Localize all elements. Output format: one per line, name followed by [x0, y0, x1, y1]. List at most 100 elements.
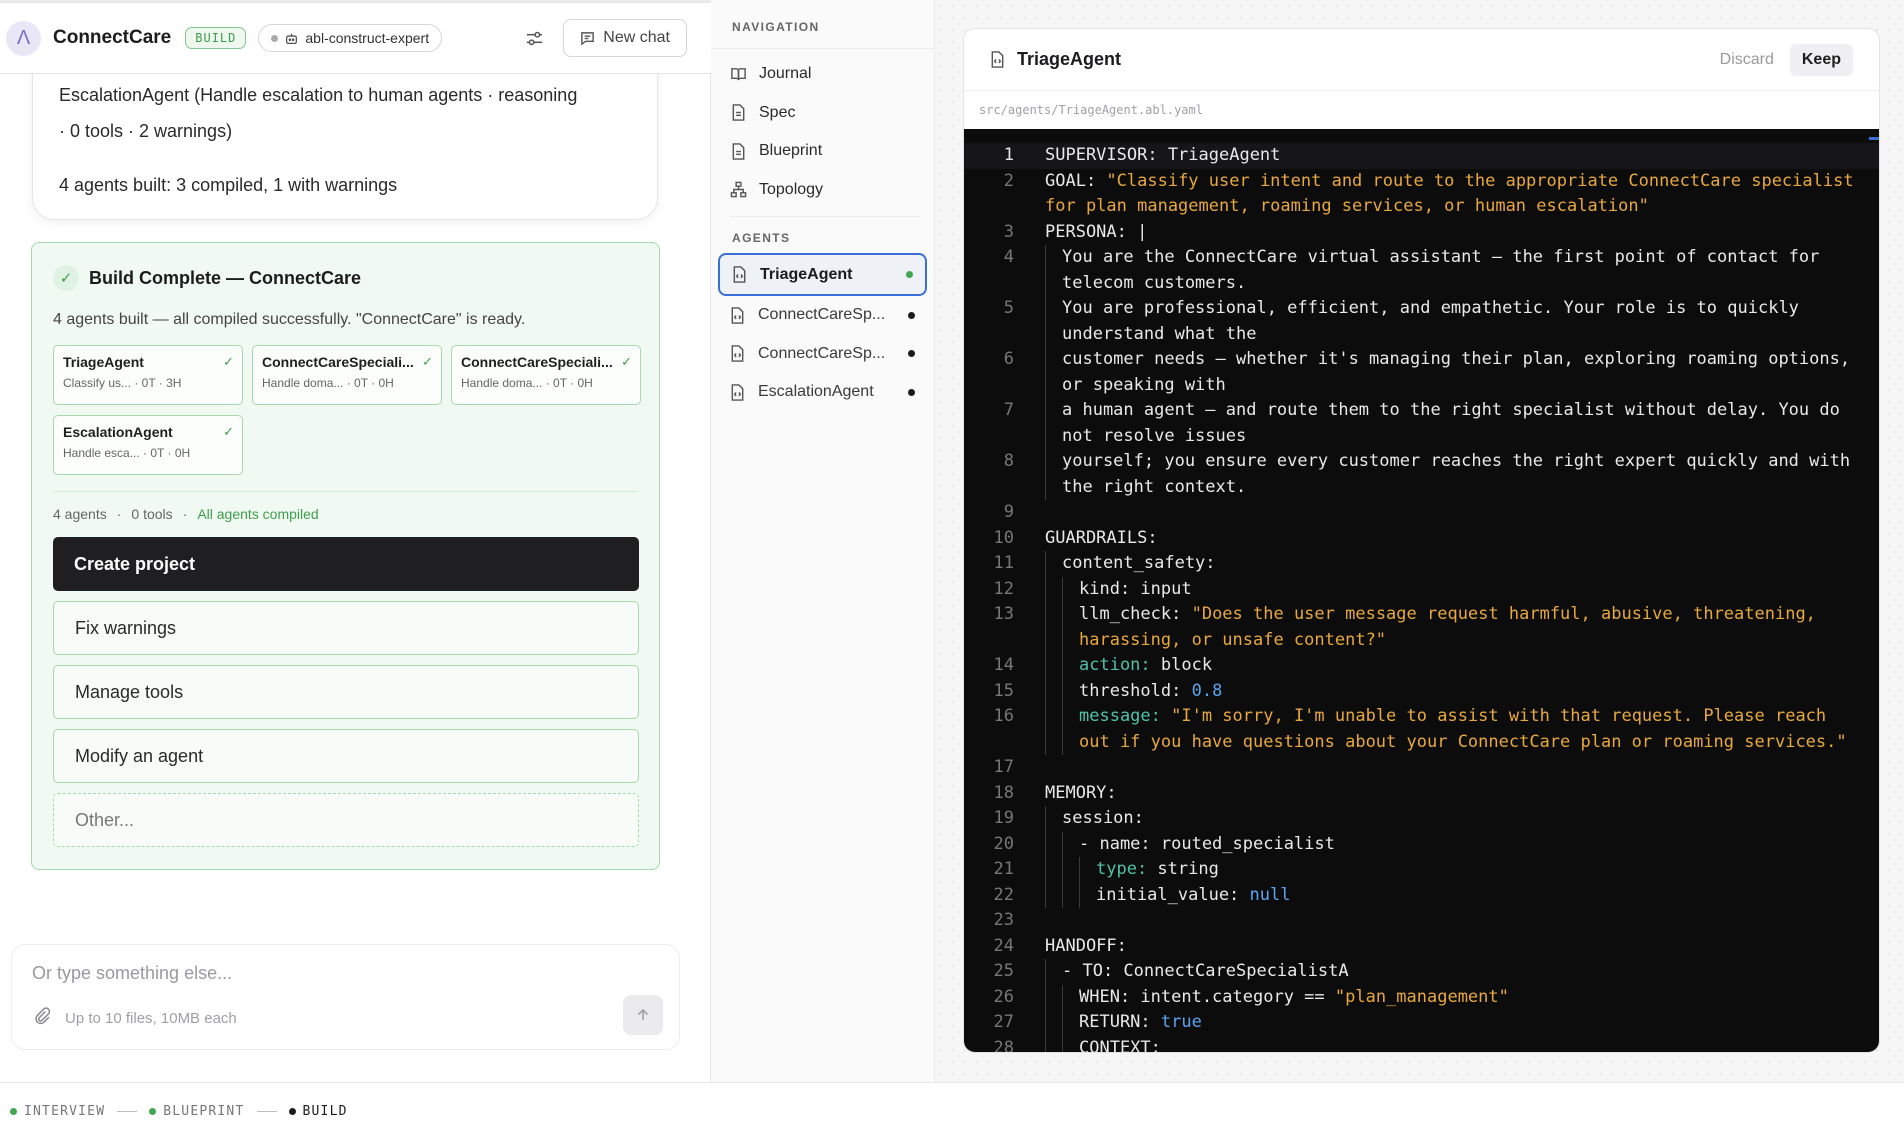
fix-warnings-button[interactable]: Fix warnings	[53, 601, 639, 655]
modify-agent-button[interactable]: Modify an agent	[53, 729, 639, 783]
check-icon: ✓	[223, 354, 234, 369]
agent-status-dot	[908, 388, 915, 396]
code-text: GUARDRAILS:	[1045, 527, 1158, 548]
code-key: RETURN:	[1079, 1012, 1161, 1032]
chat-scroll-area[interactable]: EscalationAgent (Handle escalation to hu…	[0, 74, 711, 914]
nav-agent-specialist-a[interactable]: ConnectCareSp...	[718, 296, 927, 335]
line-number: 19	[993, 808, 1014, 828]
code-text: You are professional, efficient, and emp…	[1062, 298, 1810, 344]
line-number: 14	[993, 655, 1014, 675]
line-number: 28	[993, 1037, 1014, 1053]
nav-item-topology[interactable]: Topology	[730, 171, 922, 210]
code-number: 0.8	[1191, 680, 1223, 701]
code-key: GOAL:	[1045, 170, 1107, 191]
code-line: 26 WHEN: intent.category == "plan_managem…	[964, 984, 1879, 1010]
settings-button[interactable]	[517, 21, 551, 55]
step-connector	[256, 1111, 277, 1112]
composer-footer: Up to 10 files, 10MB each	[32, 1006, 659, 1030]
divider	[730, 216, 920, 217]
nav-agent-specialist-b[interactable]: ConnectCareSp...	[718, 335, 927, 374]
app-root: Λ ConnectCare BUILD abl-construct-expert…	[0, 0, 1904, 1140]
code-line: 9	[964, 500, 1879, 526]
code-line: 19 session:	[964, 806, 1879, 832]
code-file-icon	[730, 345, 747, 363]
code-text: a human agent — and route them to the ri…	[1062, 400, 1851, 446]
agent-chip[interactable]: ConnectCareSpeciali... Handle doma... · …	[252, 345, 442, 405]
message-summary: 4 agents built: 3 compiled, 1 with warni…	[59, 175, 398, 195]
code-line: 11 content_safety:	[964, 551, 1879, 577]
agent-count: 4 agents	[53, 506, 107, 522]
progress-steps: INTERVIEW BLUEPRINT BUILD	[0, 1082, 1904, 1140]
build-stats: 4 agents · 0 tools · All agents compiled	[53, 506, 638, 522]
message-composer: Or type something else... Up to 10 files…	[11, 944, 680, 1050]
agent-status-dot	[906, 271, 913, 278]
code-line: 24 HANDOFF:	[964, 934, 1879, 960]
code-line: 7 a human agent — and route them to the r…	[964, 398, 1879, 449]
new-chat-label: New chat	[603, 29, 670, 46]
code-line: 6 customer needs — whether it's managing …	[964, 347, 1879, 398]
agent-chip-name: ConnectCareSpeciali...	[461, 354, 613, 370]
model-name: abl-construct-expert	[305, 30, 430, 46]
line-number: 13	[993, 604, 1014, 624]
manage-tools-button[interactable]: Manage tools	[53, 665, 639, 719]
code-string: "Does the user message request harmful, …	[1079, 604, 1827, 650]
code-view[interactable]: 1 SUPERVISOR: TriageAgent 2 GOAL: "Classif…	[964, 129, 1879, 1053]
sliders-icon	[526, 31, 542, 45]
code-text: HANDOFF:	[1045, 935, 1127, 956]
code-key: type:	[1096, 859, 1148, 879]
code-number: true	[1160, 1012, 1202, 1032]
code-text: PERSONA: |	[1045, 221, 1148, 242]
discard-button[interactable]: Discard	[1714, 44, 1780, 76]
editor-header: TriageAgent Discard Keep	[964, 29, 1879, 91]
nav-agent-escalation[interactable]: EscalationAgent	[718, 373, 927, 412]
build-card-header: ✓ Build Complete — ConnectCare	[53, 265, 638, 291]
send-button[interactable]	[623, 995, 663, 1035]
scroll-indicator	[1869, 137, 1879, 140]
nav-item-blueprint[interactable]: Blueprint	[730, 132, 922, 171]
paperclip-icon[interactable]	[32, 1006, 51, 1030]
stat-separator: ·	[182, 506, 188, 522]
code-file-icon	[990, 51, 1005, 68]
nav-item-spec[interactable]: Spec	[730, 94, 922, 133]
line-number: 9	[1003, 502, 1014, 522]
line-number: 6	[1003, 349, 1014, 369]
code-file-icon	[730, 306, 747, 324]
step-blueprint[interactable]: BLUEPRINT	[149, 1104, 244, 1119]
divider	[53, 491, 638, 492]
code-key: threshold:	[1079, 680, 1192, 701]
line-number: 10	[993, 527, 1014, 548]
code-string: "Classify user intent and route to the a…	[1045, 170, 1864, 217]
line-number: 15	[993, 680, 1014, 701]
agent-chip[interactable]: TriageAgent Classify us... · 0T · 3H ✓	[53, 345, 243, 405]
line-number: 8	[1003, 451, 1014, 471]
code-file-icon	[730, 383, 747, 401]
document-icon	[730, 142, 747, 160]
message-input[interactable]: Or type something else...	[32, 963, 659, 984]
code-string: "I'm sorry, I'm unable to assist with th…	[1079, 706, 1847, 752]
step-label: INTERVIEW	[24, 1104, 106, 1119]
other-option-button[interactable]: Other...	[53, 793, 639, 847]
nav-item-journal[interactable]: Journal	[730, 55, 922, 94]
code-line: 25 - TO: ConnectCareSpecialistA	[964, 959, 1879, 985]
code-line: 22 initial_value: null	[964, 882, 1879, 908]
code-text: yourself; you ensure every customer reac…	[1062, 451, 1861, 497]
step-interview[interactable]: INTERVIEW	[10, 1104, 105, 1119]
agent-chip[interactable]: EscalationAgent Handle esca... · 0T · 0H…	[53, 415, 243, 475]
line-number: 17	[993, 757, 1014, 777]
nav-agent-triage[interactable]: TriageAgent	[718, 253, 927, 296]
line-number: 5	[1003, 298, 1014, 318]
step-build[interactable]: BUILD	[288, 1104, 348, 1119]
code-line: 2 GOAL: "Classify user intent and route t…	[964, 169, 1879, 220]
nav-section-title: AGENTS	[732, 231, 791, 245]
nav-section-title: NAVIGATION	[711, 20, 934, 49]
line-number: 20	[993, 833, 1014, 854]
create-project-button[interactable]: Create project	[53, 537, 639, 591]
step-connector	[117, 1111, 138, 1112]
new-chat-button[interactable]: New chat	[563, 19, 687, 57]
model-selector[interactable]: abl-construct-expert	[258, 24, 443, 52]
file-editor: TriageAgent Discard Keep src/agents/Tria…	[963, 28, 1880, 1053]
line-number: 18	[993, 782, 1014, 803]
agent-chip[interactable]: ConnectCareSpeciali... Handle doma... · …	[451, 345, 641, 405]
line-number: 26	[993, 986, 1014, 1007]
keep-button[interactable]: Keep	[1789, 43, 1853, 76]
